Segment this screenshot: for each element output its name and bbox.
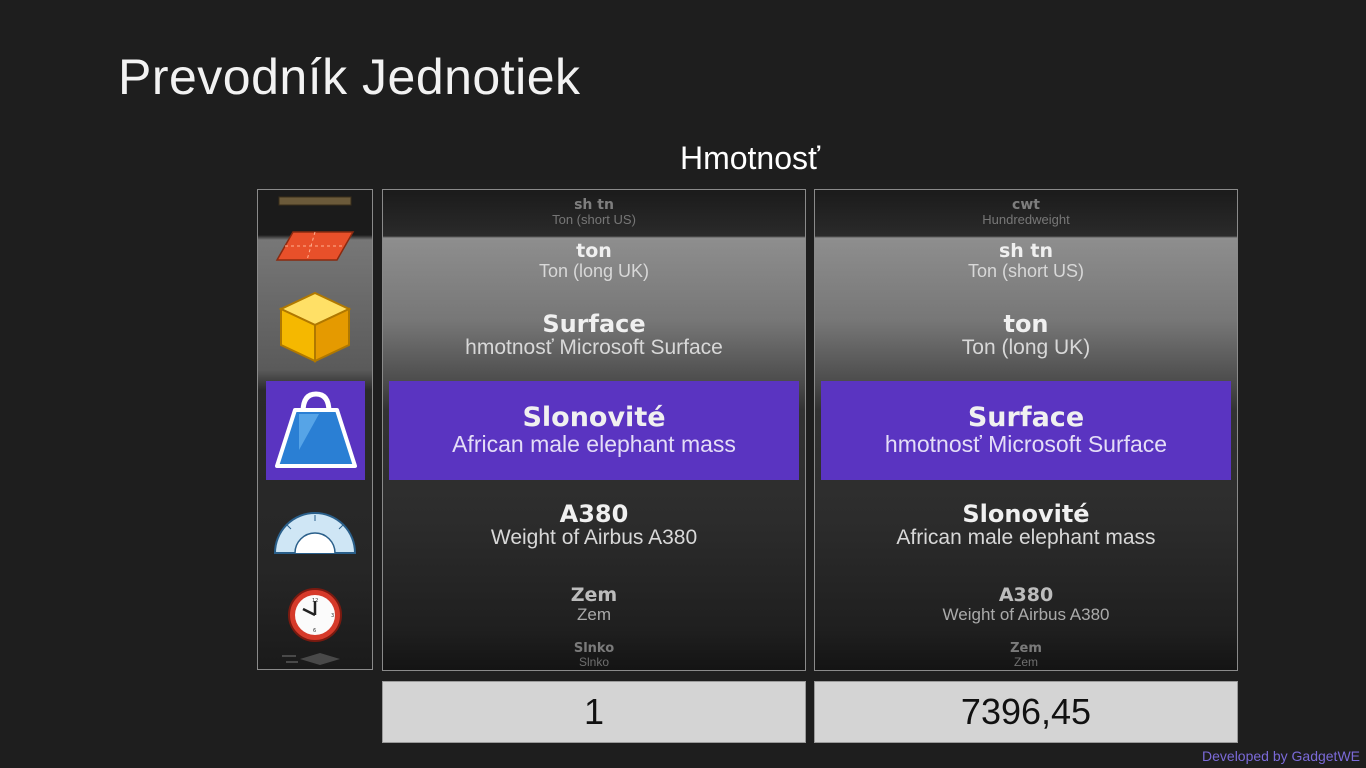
list-item[interactable]: sh tn Ton (short US) bbox=[383, 198, 805, 228]
unit-abbr: Surface bbox=[542, 310, 646, 338]
list-item[interactable]: Zem Zem bbox=[383, 584, 805, 626]
unit-name: hmotnosť Microsoft Surface bbox=[465, 336, 723, 360]
unit-abbr: A380 bbox=[998, 584, 1054, 606]
list-item[interactable]: ton Ton (long UK) bbox=[815, 310, 1237, 362]
weight-icon[interactable] bbox=[266, 381, 365, 480]
unit-abbr: ton bbox=[1003, 310, 1049, 338]
unit-name: Slnko bbox=[578, 654, 610, 669]
from-unit-picker[interactable]: sh tn Ton (short US) ton Ton (long UK) S… bbox=[382, 189, 806, 671]
selected-to-unit[interactable]: Surface hmotnosť Microsoft Surface bbox=[821, 381, 1231, 480]
unit-name: Zem bbox=[577, 604, 611, 624]
list-item[interactable]: sh tn Ton (short US) bbox=[815, 240, 1237, 282]
selected-from-unit[interactable]: Slonovité African male elephant mass bbox=[389, 381, 799, 480]
list-item[interactable]: A380 Weight of Airbus A380 bbox=[383, 500, 805, 554]
unit-abbr: Zem bbox=[1010, 641, 1042, 656]
list-item[interactable]: Zem Zem bbox=[815, 642, 1237, 670]
app-title: Prevodník Jednotiek bbox=[118, 49, 581, 105]
category-title: Hmotnosť bbox=[679, 140, 821, 176]
unit-name: Ton (long UK) bbox=[961, 336, 1091, 360]
list-item[interactable]: A380 Weight of Airbus A380 bbox=[815, 584, 1237, 626]
list-item[interactable]: cwt Hundredweight bbox=[815, 198, 1237, 228]
protractor-icon[interactable] bbox=[258, 508, 372, 560]
unit-abbr: sh tn bbox=[574, 197, 614, 213]
area-icon[interactable] bbox=[258, 226, 372, 266]
unit-name: Weight of Airbus A380 bbox=[490, 526, 698, 550]
to-unit-picker[interactable]: cwt Hundredweight sh tn Ton (short US) t… bbox=[814, 189, 1238, 671]
volume-cube-icon[interactable] bbox=[258, 282, 372, 372]
output-value: 7396,45 bbox=[814, 681, 1238, 743]
unit-name: Ton (short US) bbox=[552, 211, 636, 227]
unit-name: Ton (long UK) bbox=[538, 260, 650, 281]
unit-abbr: Slonovité bbox=[522, 402, 666, 433]
list-item[interactable]: Slonovité African male elephant mass bbox=[815, 500, 1237, 554]
unit-name: Weight of Airbus A380 bbox=[942, 604, 1110, 624]
unit-name: Ton (short US) bbox=[967, 260, 1085, 281]
unit-abbr: Surface bbox=[967, 402, 1085, 433]
unit-name: African male elephant mass bbox=[452, 431, 736, 458]
speed-icon[interactable] bbox=[258, 648, 372, 669]
unit-abbr: A380 bbox=[559, 500, 629, 528]
svg-text:12: 12 bbox=[312, 598, 318, 604]
svg-text:6: 6 bbox=[313, 628, 316, 634]
unit-abbr: cwt bbox=[1012, 197, 1040, 213]
ruler-icon[interactable] bbox=[258, 190, 372, 210]
unit-abbr: Slnko bbox=[573, 641, 615, 656]
svg-text:3: 3 bbox=[331, 613, 334, 619]
developer-credit: Developed by GadgetWE bbox=[1202, 748, 1360, 764]
unit-abbr: sh tn bbox=[998, 240, 1054, 262]
list-item[interactable]: ton Ton (long UK) bbox=[383, 240, 805, 282]
list-item[interactable]: Slnko Slnko bbox=[383, 642, 805, 670]
clock-icon[interactable]: 12 3 6 bbox=[258, 586, 372, 644]
unit-name: Hundredweight bbox=[982, 211, 1070, 227]
unit-abbr: Zem bbox=[570, 584, 618, 606]
category-picker[interactable]: 12 3 6 bbox=[257, 189, 373, 670]
unit-abbr: ton bbox=[576, 240, 612, 262]
list-item[interactable]: Surface hmotnosť Microsoft Surface bbox=[383, 310, 805, 362]
unit-name: hmotnosť Microsoft Surface bbox=[884, 431, 1168, 458]
unit-abbr: Slonovité bbox=[962, 500, 1090, 528]
input-value-field[interactable] bbox=[382, 681, 806, 743]
unit-name: Zem bbox=[1014, 654, 1038, 669]
unit-name: African male elephant mass bbox=[896, 526, 1156, 550]
